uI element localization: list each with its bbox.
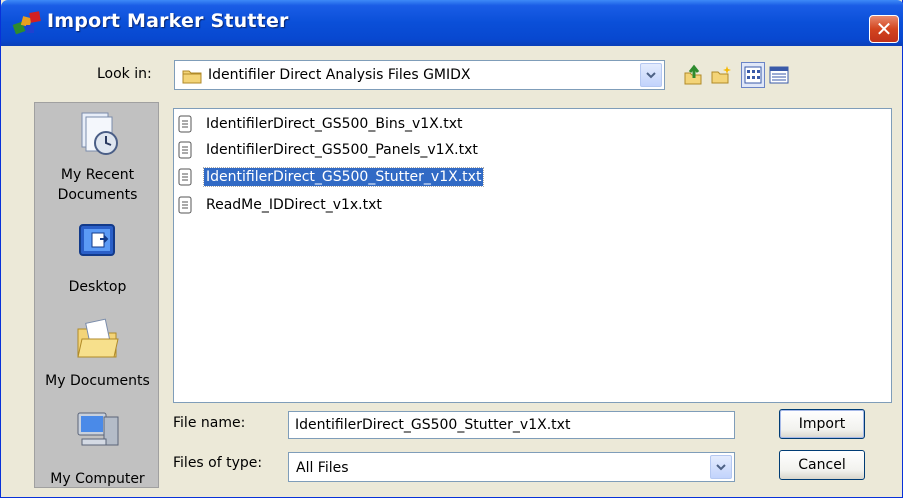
place-label: My Computer bbox=[50, 471, 145, 487]
look-in-value: Identifiler Direct Analysis Files GMIDX bbox=[208, 67, 471, 83]
place-my-documents[interactable]: My Documents bbox=[35, 315, 160, 391]
details-view-icon bbox=[769, 66, 789, 84]
up-one-level-button[interactable] bbox=[681, 62, 705, 88]
file-type-label: Files of type: bbox=[173, 455, 263, 471]
list-item[interactable]: IdentifilerDirect_GS500_Panels_v1X.txt bbox=[178, 139, 480, 161]
cancel-button[interactable]: Cancel bbox=[779, 450, 865, 480]
text-file-icon bbox=[178, 141, 192, 159]
place-my-computer[interactable]: My Computer bbox=[35, 407, 160, 489]
text-file-icon bbox=[178, 196, 192, 214]
title-bar[interactable]: Import Marker Stutter ✕ bbox=[1, 0, 903, 46]
back-up-folder-icon bbox=[684, 64, 702, 85]
file-type-dropdown[interactable]: All Files bbox=[288, 452, 735, 482]
close-icon: ✕ bbox=[875, 17, 893, 41]
file-name-label: File name: bbox=[173, 415, 246, 431]
list-item-selected[interactable]: IdentifilerDirect_GS500_Stutter_v1X.txt bbox=[178, 166, 485, 188]
my-documents-icon bbox=[76, 318, 119, 358]
file-type-dropdown-arrow[interactable] bbox=[710, 455, 732, 479]
recent-documents-icon bbox=[81, 112, 118, 155]
import-button[interactable]: Import bbox=[779, 409, 865, 439]
marker-panels-icon bbox=[12, 11, 41, 35]
look-in-dropdown-arrow[interactable] bbox=[640, 63, 662, 87]
text-file-icon bbox=[178, 168, 192, 186]
file-name: ReadMe_IDDirect_v1x.txt bbox=[206, 197, 382, 213]
place-desktop[interactable]: Desktop bbox=[35, 219, 160, 297]
import-dialog: Import Marker Stutter ✕ Look in: Identif… bbox=[0, 0, 903, 498]
file-name: IdentifilerDirect_GS500_Stutter_v1X.txt bbox=[202, 167, 485, 187]
place-my-recent-documents[interactable]: My Recent Documents bbox=[35, 109, 160, 205]
place-label: Desktop bbox=[68, 279, 127, 295]
list-item[interactable]: ReadMe_IDDirect_v1x.txt bbox=[178, 194, 384, 216]
place-label: Documents bbox=[57, 187, 138, 203]
chevron-down-icon bbox=[646, 72, 656, 79]
close-button[interactable]: ✕ bbox=[869, 15, 899, 43]
text-file-icon bbox=[178, 115, 192, 133]
new-folder-icon bbox=[711, 66, 731, 84]
chevron-down-icon bbox=[716, 464, 726, 471]
view-menu-button[interactable] bbox=[741, 62, 765, 88]
file-name: IdentifilerDirect_GS500_Panels_v1X.txt bbox=[206, 142, 478, 158]
desktop-icon bbox=[78, 224, 115, 256]
look-in-dropdown[interactable]: Identifiler Direct Analysis Files GMIDX bbox=[174, 60, 665, 90]
my-computer-icon bbox=[77, 412, 118, 446]
file-name-field[interactable]: IdentifilerDirect_GS500_Stutter_v1X.txt bbox=[288, 411, 735, 439]
new-folder-button[interactable] bbox=[709, 62, 733, 88]
window-title: Import Marker Stutter bbox=[47, 10, 289, 32]
look-in-label: Look in: bbox=[97, 66, 152, 82]
file-list[interactable]: IdentifilerDirect_GS500_Bins_v1X.txt Ide… bbox=[173, 108, 892, 403]
file-name: IdentifilerDirect_GS500_Bins_v1X.txt bbox=[206, 116, 463, 132]
places-bar: My Recent Documents Desktop My Documents bbox=[34, 102, 159, 488]
place-label: My Recent bbox=[60, 167, 135, 183]
place-label: My Documents bbox=[45, 373, 150, 389]
list-item[interactable]: IdentifilerDirect_GS500_Bins_v1X.txt bbox=[178, 113, 465, 135]
file-type-value: All Files bbox=[296, 460, 349, 476]
folder-icon bbox=[182, 70, 202, 84]
details-view-button[interactable] bbox=[767, 62, 791, 88]
view-menu-icon bbox=[744, 66, 762, 84]
